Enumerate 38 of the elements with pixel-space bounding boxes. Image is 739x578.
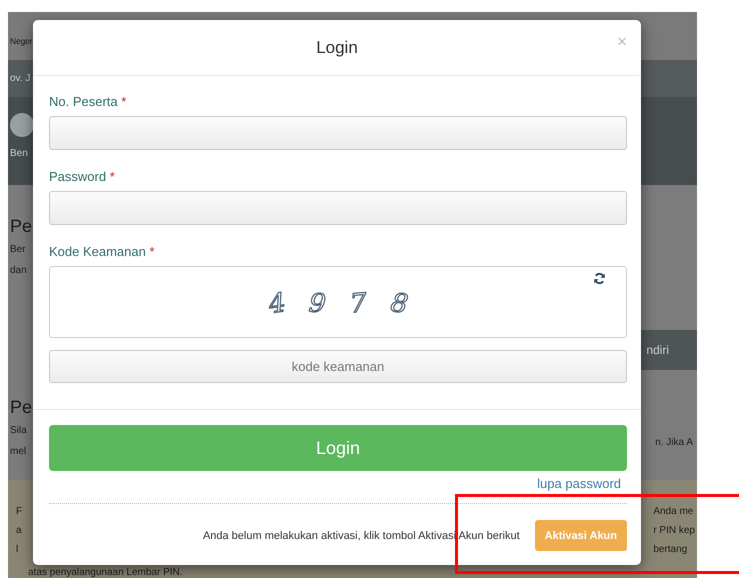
activation-text: Anda belum melakukan aktivasi, klik tombol Aktivasi Akun berikut <box>202 530 520 542</box>
field-label: Password <box>49 169 106 184</box>
login-button[interactable]: Login <box>49 425 627 471</box>
background-heading: Pe <box>10 215 32 238</box>
background-text: Neger <box>10 34 32 48</box>
background-text: a <box>16 524 22 538</box>
captcha-digit: 4 <box>266 288 288 320</box>
background-text: bertang <box>653 543 688 557</box>
captcha-digit: 7 <box>348 288 368 320</box>
background-text: n. Jika A <box>655 436 694 450</box>
forgot-password-link[interactable]: lupa password <box>537 476 621 491</box>
circle-icon <box>10 113 34 137</box>
required-mark: * <box>149 244 155 259</box>
background-text: atas penyalangunaan Lembar PIN. <box>27 567 184 578</box>
captcha-digit: 8 <box>388 288 410 320</box>
captcha-input[interactable]: kode keamanan <box>49 350 627 383</box>
background-text: Sila <box>10 424 28 438</box>
background-text: Ben <box>10 147 29 161</box>
background-text: F <box>16 505 22 519</box>
input-field[interactable] <box>49 191 627 225</box>
background-text: Ber <box>10 243 27 257</box>
required-mark: * <box>121 94 126 109</box>
background-heading: Pe <box>10 396 32 419</box>
refresh-icon[interactable] <box>593 272 606 285</box>
activation-button[interactable]: Aktivasi Akun <box>534 520 627 551</box>
dialog-title: Login <box>316 38 358 58</box>
background-text: Anda me <box>653 505 694 519</box>
background-text: mel <box>10 445 28 459</box>
background-text: l <box>16 543 20 557</box>
required-mark: * <box>110 169 115 184</box>
captcha-digit: 9 <box>308 288 328 320</box>
background-text: dan <box>10 264 28 278</box>
field-label: No. Peserta <box>49 94 118 109</box>
background-text: r PIN kep <box>653 524 695 538</box>
background-text: ov. J <box>10 72 30 86</box>
input-field[interactable] <box>49 116 627 150</box>
field-label: Kode Keamanan <box>49 244 146 259</box>
close-button[interactable]: × <box>615 32 629 52</box>
